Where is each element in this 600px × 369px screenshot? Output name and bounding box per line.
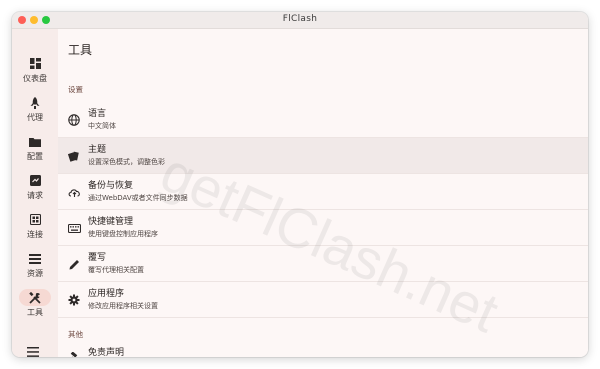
row-title: 语言 — [88, 109, 107, 119]
row-subtitle: 覆写代理相关配置 — [88, 266, 144, 274]
row-subtitle: 通过WebDAV或者文件同步数据 — [88, 194, 188, 202]
section-label-other: 其他 — [68, 330, 83, 339]
sidebar-item-label: 配置 — [27, 152, 43, 161]
row-title: 备份与恢复 — [88, 181, 134, 191]
gear-icon — [67, 293, 81, 307]
theme-cards-icon — [67, 149, 81, 163]
app-window: FlClash 仪表盘 代理 配置 请求 连接 资源 工具 工具 设置 语言 中… — [12, 12, 588, 357]
sidebar-item-label: 连接 — [27, 230, 43, 239]
sidebar-item-proxy[interactable]: 代理 — [12, 94, 58, 130]
tools-icon — [12, 290, 58, 305]
sidebar-item-label: 请求 — [27, 191, 43, 200]
sidebar: 仪表盘 代理 配置 请求 连接 资源 工具 — [12, 29, 58, 357]
sidebar-item-label: 代理 — [27, 113, 43, 122]
settings-row-application[interactable]: 应用程序 修改应用程序相关设置 — [58, 282, 588, 318]
sidebar-item-connections[interactable]: 连接 — [12, 211, 58, 247]
request-icon — [12, 173, 58, 188]
title-bar: FlClash — [12, 12, 588, 29]
settings-row-hotkeys[interactable]: 快捷键管理 使用键盘控制应用程序 — [58, 210, 588, 246]
settings-row-language[interactable]: 语言 中文简体 — [58, 102, 588, 138]
sidebar-item-tools[interactable]: 工具 — [12, 289, 58, 325]
section-label-settings: 设置 — [68, 85, 83, 94]
row-title: 快捷键管理 — [88, 217, 134, 227]
window-title: FlClash — [282, 14, 318, 24]
gavel-icon — [67, 351, 81, 357]
settings-row-backup-restore[interactable]: 备份与恢复 通过WebDAV或者文件同步数据 — [58, 174, 588, 210]
hamburger-menu-icon[interactable] — [27, 342, 43, 357]
row-title: 应用程序 — [88, 289, 125, 299]
sidebar-item-label: 资源 — [27, 269, 43, 278]
main-content: 工具 设置 语言 中文简体 主题 设置深色模式，调整色彩 备份与恢复 通过Web… — [58, 29, 588, 357]
dashboard-icon — [12, 56, 58, 71]
row-title: 覆写 — [88, 253, 107, 263]
settings-row-disclaimer[interactable]: 免责声明 — [58, 345, 588, 357]
sidebar-item-profiles[interactable]: 配置 — [12, 133, 58, 169]
row-title: 免责声明 — [88, 348, 125, 357]
settings-row-override[interactable]: 覆写 覆写代理相关配置 — [58, 246, 588, 282]
row-subtitle: 设置深色模式，调整色彩 — [88, 158, 165, 166]
globe-icon — [67, 113, 81, 127]
sidebar-item-dashboard[interactable]: 仪表盘 — [12, 55, 58, 91]
sidebar-item-resources[interactable]: 资源 — [12, 250, 58, 286]
pencil-icon — [67, 257, 81, 271]
rocket-icon — [12, 95, 58, 110]
connection-icon — [12, 212, 58, 227]
settings-row-theme[interactable]: 主题 设置深色模式，调整色彩 — [58, 138, 588, 174]
row-subtitle: 中文简体 — [88, 122, 116, 130]
folder-icon — [12, 134, 58, 149]
sidebar-item-requests[interactable]: 请求 — [12, 172, 58, 208]
page-title: 工具 — [68, 43, 93, 57]
sidebar-item-label: 仪表盘 — [23, 74, 47, 83]
row-subtitle: 修改应用程序相关设置 — [88, 302, 158, 310]
list-icon — [12, 251, 58, 266]
keyboard-icon — [67, 221, 81, 235]
sidebar-item-label: 工具 — [27, 308, 43, 317]
row-subtitle: 使用键盘控制应用程序 — [88, 230, 158, 238]
cloud-sync-icon — [67, 185, 81, 199]
row-title: 主题 — [88, 145, 107, 155]
